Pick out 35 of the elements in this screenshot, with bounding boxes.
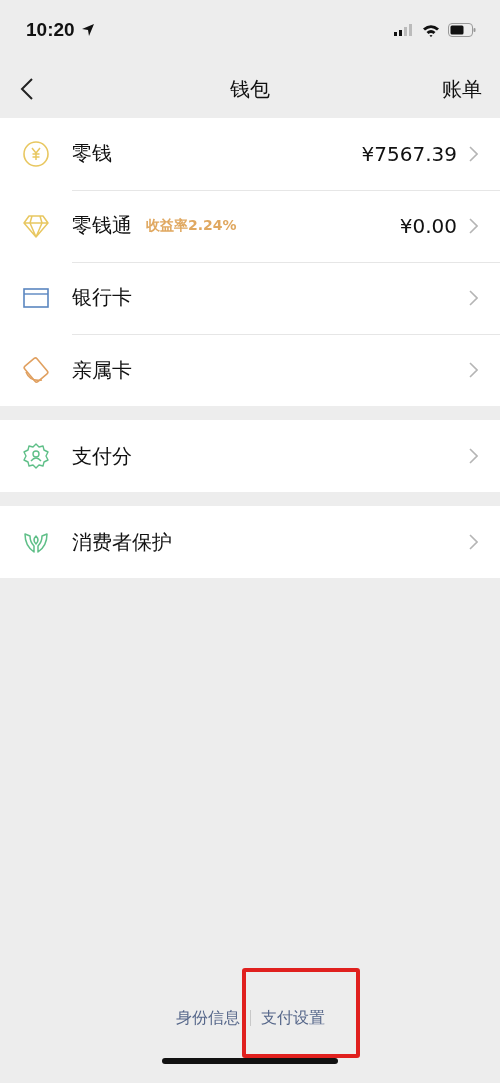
wifi-icon [422,23,440,37]
item-label: 零钱 [72,140,112,167]
footer-link[interactable]: 支付设置 [260,1007,325,1027]
status-time: 10:20 [26,19,75,41]
badge-person-icon [22,442,50,470]
item-label: 亲属卡 [72,356,132,384]
battery-icon [448,23,476,37]
bill-link[interactable]: 账单 [442,75,482,103]
item-value: ¥0.00 [399,213,457,238]
tilted-card-icon [22,356,50,384]
diamond-icon [22,212,50,240]
item-label: 支付分 [72,442,132,470]
footer-link[interactable]: 身份信息 [175,1007,240,1027]
chevron-right-icon [469,362,478,378]
chevron-right-icon [469,289,478,306]
wallet-list-item[interactable]: 零钱通 收益率2.24% ¥0.00 [0,190,500,262]
wallet-list-item[interactable]: 零钱 ¥7567.39 [0,118,500,190]
location-arrow-icon [80,23,95,37]
chevron-right-icon [469,217,478,234]
wallet-list-item[interactable]: 银行卡 [0,262,500,334]
page-title: 钱包 [230,75,270,103]
chevron-right-icon [469,448,478,464]
chevron-right-icon [469,534,478,550]
yield-rate: 收益率2.24% [146,216,237,235]
item-value: ¥7567.39 [361,141,457,166]
wallet-list-item[interactable]: 支付分 [0,420,500,492]
item-label: 零钱通 [72,212,132,239]
chevron-right-icon [469,145,478,162]
item-label: 消费者保护 [72,528,172,556]
item-label: 银行卡 [72,284,132,311]
back-icon[interactable] [20,77,34,101]
yen-coin-icon [22,140,50,168]
wallet-list-item[interactable]: 亲属卡 [0,334,500,406]
wallet-list-item[interactable]: 消费者保护 [0,506,500,578]
signal-icon [394,24,414,36]
